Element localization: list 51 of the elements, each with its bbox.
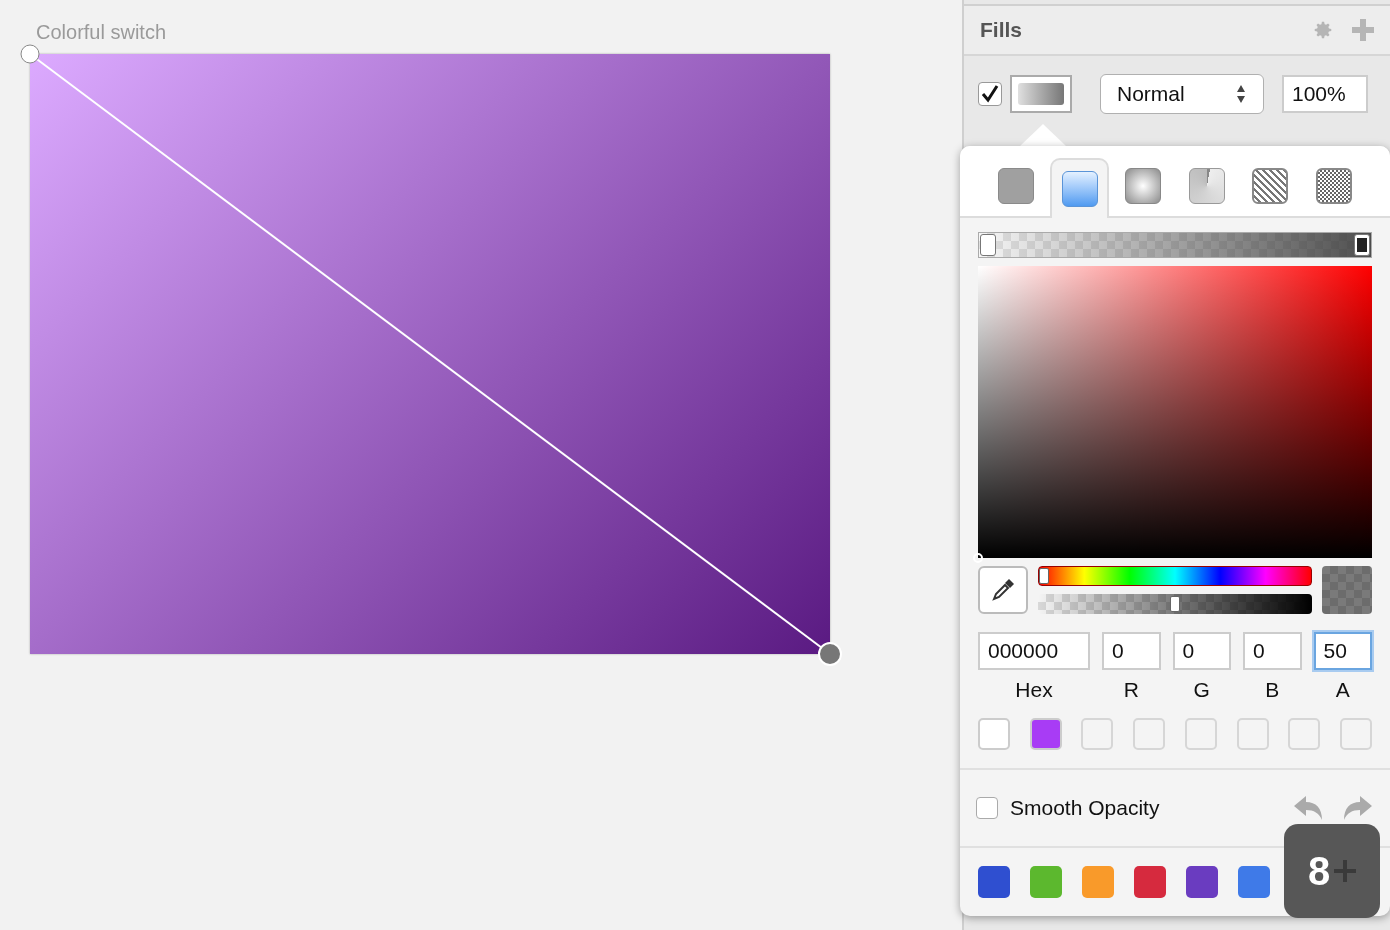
preset-swatch[interactable] [1238,865,1270,898]
section-title: Fills [980,17,1022,44]
fill-swatch[interactable] [1010,75,1072,113]
fill-type-tab[interactable] [1049,158,1110,218]
gradient-stop-bar[interactable] [978,232,1372,258]
hue-slider[interactable] [1038,566,1312,586]
noise-fill-icon [1316,168,1353,204]
opacity-field[interactable]: 100% [1282,75,1368,113]
solid-fill-icon [997,168,1034,204]
key-label: 8 [1307,848,1331,895]
field-label: R [1123,677,1139,703]
preset-swatch[interactable] [1186,865,1218,898]
checkbox-label: Smooth Opacity [1010,794,1160,821]
color-value-field[interactable]: 50 [1313,632,1372,670]
field-label: B [1265,677,1280,703]
gradient-stop[interactable] [1354,234,1370,256]
empty-color-slot[interactable] [1081,717,1114,750]
color-value-field[interactable]: 000000 [978,632,1090,670]
plus-icon [1334,860,1357,882]
preset-swatch[interactable] [978,865,1010,898]
color-cursor[interactable] [973,553,983,563]
empty-color-slot[interactable] [1184,717,1217,750]
color-value-field[interactable]: 0 [1243,632,1302,670]
empty-color-slot[interactable] [1339,717,1372,750]
color-value-field[interactable]: 0 [1172,632,1231,670]
artboard-title: Colorful switch [36,20,168,45]
radial-gradient-icon [1125,168,1162,204]
empty-color-slot[interactable] [1288,717,1321,750]
field-label: A [1335,677,1350,703]
preset-swatch[interactable] [1134,865,1166,898]
checkmark-icon [981,85,999,103]
preset-swatch[interactable] [1030,865,1062,898]
alpha-slider[interactable] [1038,594,1312,614]
checkbox[interactable] [976,796,998,819]
eyedropper-button[interactable] [978,566,1028,614]
recent-color-swatch[interactable] [1029,717,1062,750]
recent-color-swatch[interactable] [978,717,1010,750]
linear-gradient-icon [1061,171,1098,207]
alpha-thumb[interactable] [1170,596,1180,612]
color-value-field[interactable]: 0 [1102,632,1161,670]
preset-swatch[interactable] [1082,865,1114,898]
blend-mode-select[interactable]: Normal [1100,74,1264,114]
checkbox[interactable] [978,82,1002,106]
empty-color-slot[interactable] [1133,717,1166,750]
pattern-fill-icon [1252,168,1289,204]
eyedropper-icon [990,577,1016,603]
field-label: Hex [1015,677,1053,703]
angular-gradient-icon [1188,168,1225,204]
hue-thumb[interactable] [1039,568,1049,584]
field-label: G [1193,677,1210,703]
empty-color-slot[interactable] [1236,717,1269,750]
